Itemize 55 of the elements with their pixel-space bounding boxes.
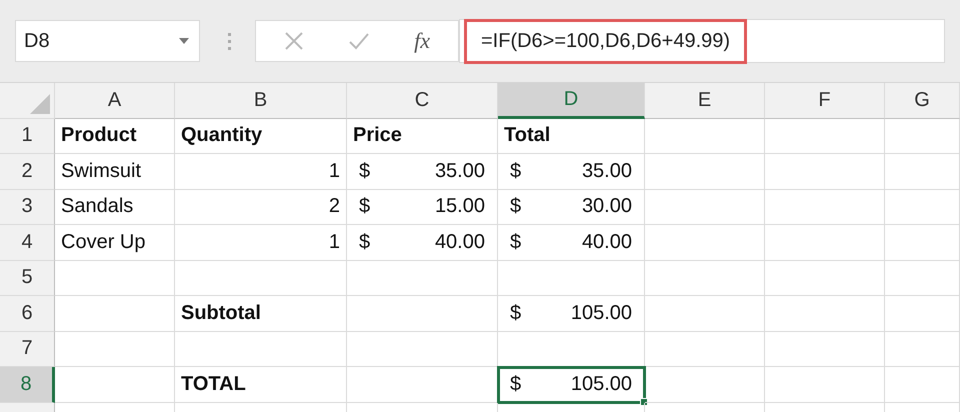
row-header[interactable]: 7 (0, 332, 55, 367)
table-cell: Product (55, 118, 175, 154)
currency-symbol: $ (510, 195, 522, 218)
name-box[interactable]: D8 (15, 20, 200, 62)
table-cell: Subtotal (175, 296, 347, 332)
table-cell: Total (498, 118, 645, 154)
cell-reference: D8 (24, 30, 50, 52)
cell-value: 35.00 (434, 160, 485, 183)
currency-symbol: $ (510, 372, 522, 396)
insert-function-button[interactable]: fx (414, 28, 430, 54)
row-header[interactable]: 5 (0, 260, 55, 296)
currency-symbol: $ (510, 230, 522, 254)
column-header[interactable]: B (175, 83, 347, 118)
row-header[interactable]: 2 (0, 154, 55, 190)
cell-value: 40.00 (582, 230, 632, 254)
selected-cell[interactable]: $ 105.00 (498, 367, 645, 402)
row-header[interactable]: 1 (0, 118, 55, 154)
currency-symbol: $ (359, 195, 370, 218)
table-cell: 2 (175, 190, 347, 225)
column-header[interactable]: G (885, 83, 960, 118)
currency-symbol: $ (359, 230, 370, 254)
column-header[interactable]: C (347, 83, 498, 118)
grip-icon (228, 32, 231, 50)
fill-handle[interactable] (640, 398, 648, 406)
formula-text: =IF(D6>=100,D6,D6+49.99) (464, 18, 748, 64)
table-cell: Swimsuit (55, 154, 175, 190)
table-cell: 1 (175, 225, 347, 260)
currency-symbol: $ (359, 160, 370, 183)
column-header[interactable]: A (55, 83, 175, 118)
currency-symbol: $ (510, 302, 522, 325)
row-header[interactable]: 4 (0, 225, 55, 260)
close-icon[interactable] (284, 31, 304, 51)
table-cell: Cover Up (55, 225, 175, 260)
cell-value: 35.00 (582, 160, 632, 183)
table-cell: Price (347, 118, 498, 154)
select-all-icon[interactable] (30, 94, 50, 114)
check-icon[interactable] (348, 32, 370, 50)
cell-value: 15.00 (434, 195, 485, 218)
column-header[interactable]: F (765, 83, 885, 118)
row-header[interactable]: 6 (0, 296, 55, 332)
cell-value: 105.00 (570, 372, 632, 396)
column-header[interactable]: D (498, 83, 645, 118)
table-cell: 1 (175, 154, 347, 190)
column-header[interactable]: E (645, 83, 765, 118)
cell-value: 30.00 (582, 195, 632, 218)
row-header[interactable]: 3 (0, 190, 55, 225)
cell-value: 105.00 (570, 302, 632, 325)
cell-value: 40.00 (434, 230, 485, 254)
formula-field[interactable]: =IF(D6>=100,D6,D6+49.99) (459, 19, 945, 63)
table-cell: TOTAL (175, 367, 347, 402)
row-header[interactable]: 8 (0, 367, 55, 402)
table-cell: Sandals (55, 190, 175, 225)
table-cell: Quantity (175, 118, 347, 154)
dropdown-caret-icon[interactable] (179, 38, 189, 44)
currency-symbol: $ (510, 160, 522, 183)
